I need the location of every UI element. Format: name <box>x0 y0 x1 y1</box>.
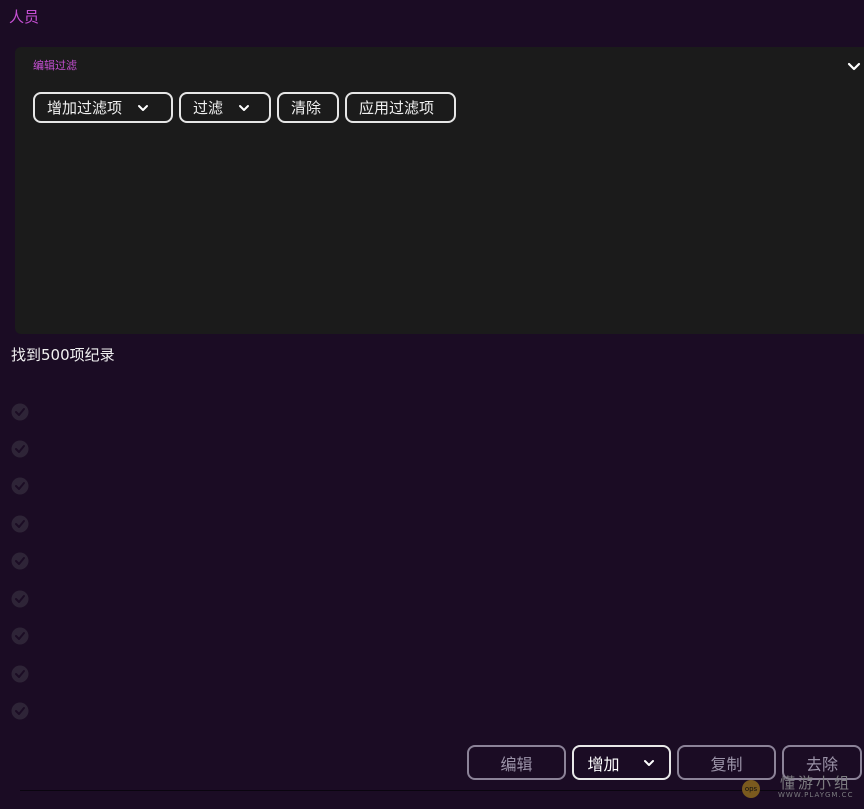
add-filter-label: 增加过滤项 <box>47 99 123 117</box>
apply-filter-button[interactable]: 应用过滤项 <box>345 92 456 123</box>
add-label: 增加 <box>587 754 620 774</box>
check-circle-icon[interactable] <box>11 477 29 495</box>
check-circle-icon[interactable] <box>11 440 29 458</box>
check-circle-icon[interactable] <box>11 702 29 720</box>
row-check-list <box>11 400 31 720</box>
watermark-title: 懂游小组 <box>780 774 853 792</box>
filter-panel: 编辑过滤 增加过滤项 过滤 清除 应用过滤项 <box>15 47 864 334</box>
check-circle-icon[interactable] <box>11 515 29 533</box>
divider <box>20 790 780 791</box>
watermark-url: WWW.PLAYGM.CC <box>778 791 854 799</box>
record-count: 找到500项纪录 <box>11 346 115 364</box>
chevron-down-icon <box>138 104 149 111</box>
check-circle-icon[interactable] <box>11 590 29 608</box>
filter-dropdown[interactable]: 过滤 <box>179 92 271 123</box>
add-filter-dropdown[interactable]: 增加过滤项 <box>33 92 173 123</box>
chevron-down-icon <box>643 759 654 766</box>
check-circle-icon[interactable] <box>11 552 29 570</box>
filter-label: 过滤 <box>193 99 224 117</box>
filter-toolbar: 增加过滤项 过滤 清除 应用过滤项 <box>33 92 456 123</box>
watermark: ops 懂游小组 WWW.PLAYGM.CC <box>742 772 862 806</box>
chevron-down-icon <box>239 104 250 111</box>
check-circle-icon[interactable] <box>11 403 29 421</box>
filter-panel-title: 编辑过滤 <box>33 59 77 72</box>
page-title: 人员 <box>9 8 40 26</box>
app-root: 人员 编辑过滤 增加过滤项 过滤 清除 应用过滤项 找到500项纪录 编辑 增加… <box>0 0 864 809</box>
check-circle-icon[interactable] <box>11 665 29 683</box>
edit-button[interactable]: 编辑 <box>467 745 566 780</box>
add-dropdown-button[interactable]: 增加 <box>572 745 671 780</box>
clear-button[interactable]: 清除 <box>277 92 339 123</box>
watermark-logo: ops <box>742 780 760 798</box>
chevron-down-icon[interactable] <box>846 58 862 74</box>
check-circle-icon[interactable] <box>11 627 29 645</box>
